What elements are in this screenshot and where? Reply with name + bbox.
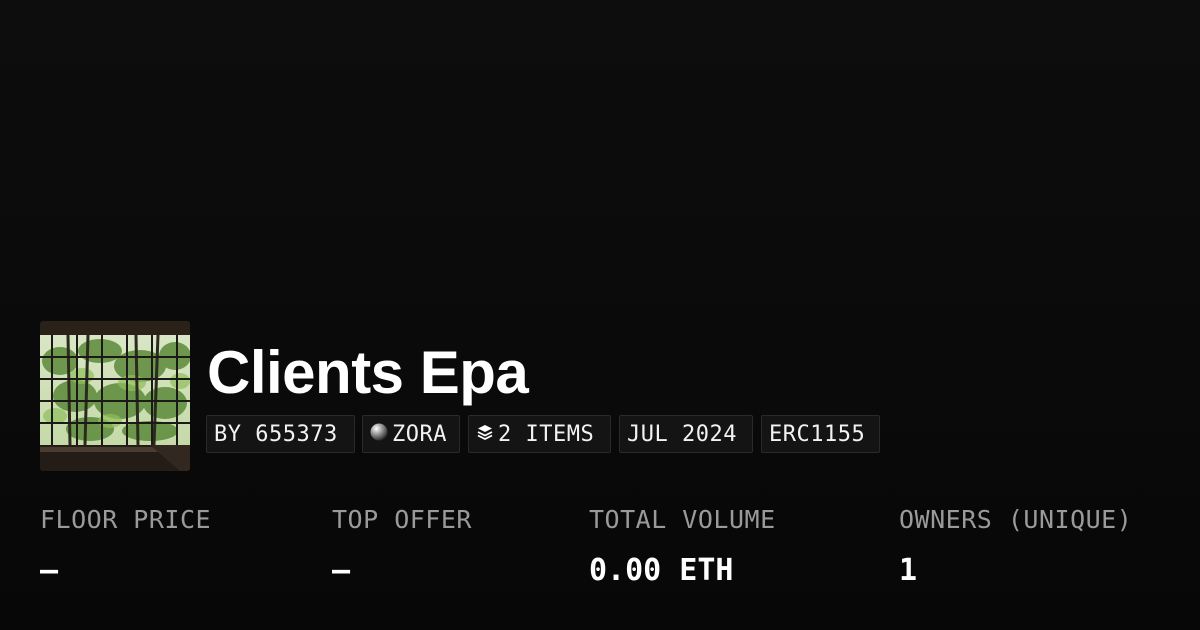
collection-thumbnail: [40, 321, 190, 471]
floor-price-label: FLOOR PRICE: [40, 505, 212, 534]
creator-label: BY 655373: [214, 421, 338, 447]
date-tag: JUL 2024: [619, 415, 753, 453]
window-bamboo-image: [40, 321, 190, 471]
items-tag[interactable]: 2 ITEMS: [468, 415, 611, 453]
chain-tag[interactable]: ZORA: [362, 415, 460, 453]
floor-price-value: –: [40, 553, 59, 588]
layers-icon: [476, 422, 494, 447]
total-volume-value: 0.00 ETH: [589, 553, 734, 588]
owners-value: 1: [899, 553, 918, 588]
collection-title: Clients Epa: [207, 339, 529, 406]
date-label: JUL 2024: [627, 421, 737, 447]
owners-label: OWNERS (UNIQUE): [899, 505, 1133, 534]
items-label: 2 ITEMS: [498, 421, 595, 447]
top-offer-label: TOP OFFER: [332, 505, 472, 534]
total-volume-label: TOTAL VOLUME: [589, 505, 776, 534]
standard-label: ERC1155: [769, 421, 866, 447]
chain-label: ZORA: [392, 421, 447, 447]
sphere-icon: [370, 422, 388, 447]
standard-tag: ERC1155: [761, 415, 880, 453]
creator-tag[interactable]: BY 655373: [206, 415, 355, 453]
top-offer-value: –: [332, 553, 351, 588]
